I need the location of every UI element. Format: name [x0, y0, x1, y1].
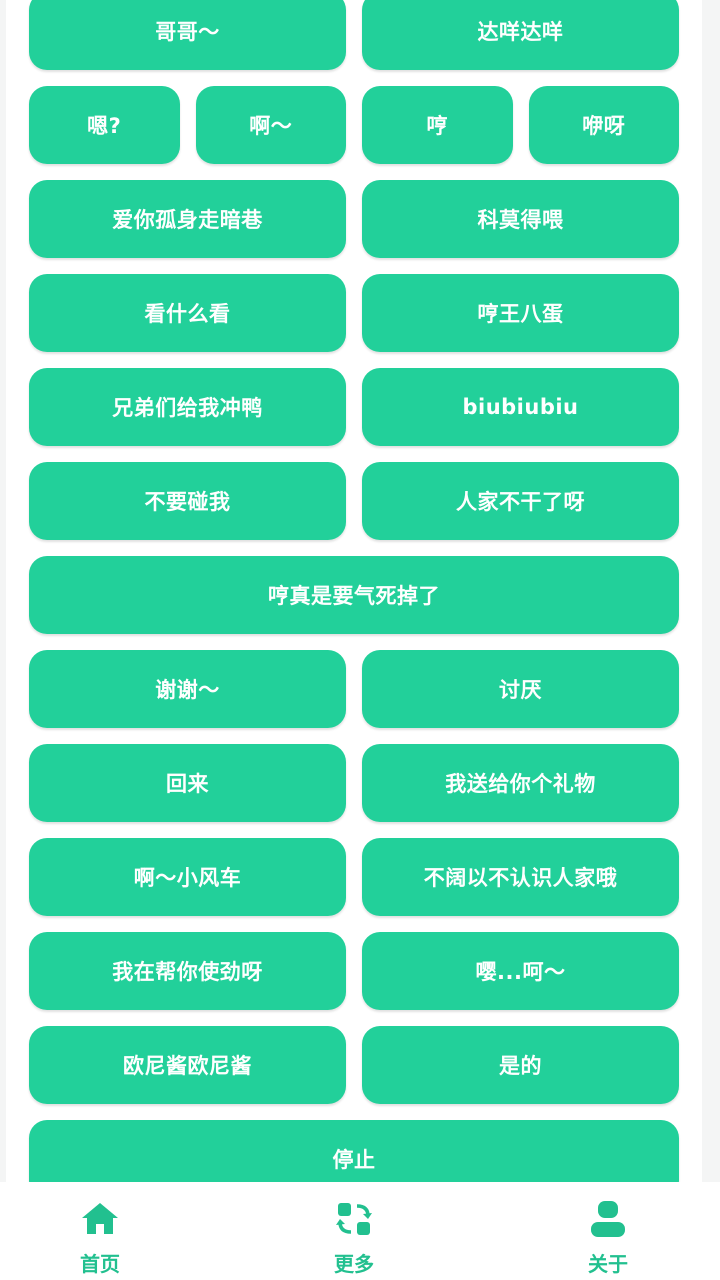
switch-icon [333, 1198, 375, 1240]
sound-button-damedame[interactable]: 达咩达咩 [362, 0, 679, 70]
sound-button-onijiang[interactable]: 欧尼酱欧尼酱 [29, 1026, 346, 1104]
sound-button-xiongdimen[interactable]: 兄弟们给我冲鸭 [29, 368, 346, 446]
sound-button-xiaofengche[interactable]: 啊～小风车 [29, 838, 346, 916]
button-row: 停止 [29, 1120, 679, 1182]
sound-button-shijin[interactable]: 我在帮你使劲呀 [29, 932, 346, 1010]
sound-button-liwu[interactable]: 我送给你个礼物 [362, 744, 679, 822]
home-icon [79, 1198, 121, 1240]
button-row: 哥哥～ 达咩达咩 [29, 0, 679, 70]
sound-button-renjiabugan[interactable]: 人家不干了呀 [362, 462, 679, 540]
tab-more[interactable]: 更多 [294, 1182, 414, 1280]
sound-button-burenshi[interactable]: 不阔以不认识人家哦 [362, 838, 679, 916]
sound-button-huilai[interactable]: 回来 [29, 744, 346, 822]
button-row: 不要碰我 人家不干了呀 [29, 462, 679, 540]
sound-button-buyaopengwo[interactable]: 不要碰我 [29, 462, 346, 540]
sound-button-heng[interactable]: 哼 [362, 86, 513, 164]
sound-button-taoyan[interactable]: 讨厌 [362, 650, 679, 728]
sound-button-yiya[interactable]: 咿呀 [528, 86, 679, 164]
tab-more-label: 更多 [334, 1252, 374, 1276]
sound-button-aini[interactable]: 爱你孤身走暗巷 [29, 180, 346, 258]
sound-button-xiexie[interactable]: 谢谢～ [29, 650, 346, 728]
sound-button-gege[interactable]: 哥哥～ [29, 0, 346, 70]
sound-button-qisidiao[interactable]: 哼真是要气死掉了 [29, 556, 679, 634]
stop-button[interactable]: 停止 [29, 1120, 679, 1182]
sound-button-kemodewei[interactable]: 科莫得喂 [362, 180, 679, 258]
app-screen: 哥哥～ 达咩达咩 嗯? 啊～ 哼 咿呀 爱你孤身走暗巷 科莫得喂 看什么看 哼王… [0, 0, 720, 1280]
sound-button-biubiubiu[interactable]: biubiubiu [362, 368, 679, 446]
sound-button-yinghe[interactable]: 嘤...呵～ [362, 932, 679, 1010]
tab-about-label: 关于 [588, 1252, 628, 1276]
tab-home[interactable]: 首页 [40, 1182, 160, 1280]
sound-button-panel[interactable]: 哥哥～ 达咩达咩 嗯? 啊～ 哼 咿呀 爱你孤身走暗巷 科莫得喂 看什么看 哼王… [6, 0, 702, 1182]
sound-button-hengwangbadan[interactable]: 哼王八蛋 [362, 274, 679, 352]
button-row: 啊～小风车 不阔以不认识人家哦 [29, 838, 679, 916]
button-row: 回来 我送给你个礼物 [29, 744, 679, 822]
button-row: 哼真是要气死掉了 [29, 556, 679, 634]
button-row: 欧尼酱欧尼酱 是的 [29, 1026, 679, 1104]
button-row: 我在帮你使劲呀 嘤...呵～ [29, 932, 679, 1010]
sound-button-grid: 哥哥～ 达咩达咩 嗯? 啊～ 哼 咿呀 爱你孤身走暗巷 科莫得喂 看什么看 哼王… [29, 0, 679, 1182]
button-row: 谢谢～ 讨厌 [29, 650, 679, 728]
sound-button-kanshenme[interactable]: 看什么看 [29, 274, 346, 352]
tab-about[interactable]: 关于 [548, 1182, 668, 1280]
bottom-tab-bar: 首页 更多 关于 [0, 1182, 720, 1280]
sound-button-shide[interactable]: 是的 [362, 1026, 679, 1104]
sound-button-en[interactable]: 嗯? [29, 86, 180, 164]
button-row: 看什么看 哼王八蛋 [29, 274, 679, 352]
button-row: 爱你孤身走暗巷 科莫得喂 [29, 180, 679, 258]
button-row: 兄弟们给我冲鸭 biubiubiu [29, 368, 679, 446]
button-row: 嗯? 啊～ 哼 咿呀 [29, 86, 679, 164]
tab-home-label: 首页 [80, 1252, 120, 1276]
sound-button-a[interactable]: 啊～ [195, 86, 346, 164]
user-icon [587, 1198, 629, 1240]
